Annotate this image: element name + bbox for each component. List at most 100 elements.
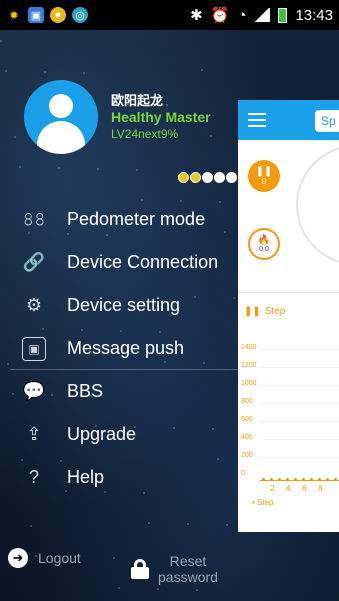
star [196,589,198,591]
star [44,71,46,73]
x-axis-tick-label: 2 [270,484,275,493]
grid-line [260,367,339,368]
level-progress-dots [178,172,237,183]
star [5,70,7,72]
reset-label-line2: password [158,569,218,585]
logout-label: Logout [38,550,81,566]
logout-arrow-icon: ➜ [8,548,28,568]
reset-password-button[interactable]: Reset password [130,553,218,585]
lock-icon [130,559,150,579]
grid-line [260,457,339,458]
x-axis-tick-label: 6 [302,484,307,493]
menu-item-label: Device setting [67,295,181,315]
avatar-body-shape [37,121,85,154]
star [157,588,159,590]
status-time: 13:43 [295,6,333,24]
data-point [270,478,273,481]
upload-icon: ⇪ [26,424,42,444]
chat-bubble-icon: 💬 [22,381,46,401]
grid-line [260,385,339,386]
x-axis-tick-label: 8 [318,484,323,493]
y-axis-tick-label: 200 [241,452,253,459]
menu-item-label: Upgrade [67,424,137,444]
main-header: Sp [238,100,339,140]
user-name: 欧阳起龙 [111,93,164,108]
grid-line [260,421,339,422]
main-screen-panel[interactable]: Sp ❚❚ 0 🔥 0.0 ❚❚ Step 1400 1200 1000 800 600… [238,100,339,532]
step-chart-title: Step [264,306,286,317]
menu-item-label: Pedometer mode [67,209,206,229]
steps-badge: ❚❚ 0 [248,160,280,192]
star [166,104,168,106]
reset-label-line1: Reset [169,553,207,569]
progress-dot [190,172,201,183]
star [0,40,2,42]
data-point [278,478,281,481]
star [30,525,32,527]
star [113,557,115,559]
grid-line [260,439,339,440]
star [19,166,21,168]
menu-item-help[interactable]: ? Help [0,456,240,499]
star [58,167,60,169]
menu-item-message-push[interactable]: ▣ Message push [0,327,240,370]
flame-icon: 🔥 [257,235,271,246]
steps-value: 0 [261,177,267,186]
menu-item-upgrade[interactable]: ⇪ Upgrade [0,413,240,456]
menu-item-pedometer-mode[interactable]: 𝟾𝟾 Pedometer mode [0,198,240,241]
grid-line [260,403,339,404]
logout-button[interactable]: ➜ Logout [8,548,81,568]
data-point [310,478,313,481]
y-axis-tick-label: 1400 [241,344,257,351]
star [83,72,85,74]
gear-icon: ⚙ [25,295,43,315]
y-axis-tick-label: 1000 [241,380,257,387]
menu-item-device-setting[interactable]: ⚙ Device setting [0,284,240,327]
user-title: Healthy Master [111,109,211,125]
y-axis-tick-label: 800 [241,398,253,405]
tab-button[interactable]: Sp [315,110,339,132]
star [226,524,228,526]
star [14,136,16,138]
star [148,522,150,524]
panel-divider [238,292,339,293]
menu-item-label: Message push [67,338,185,358]
data-point [286,478,289,481]
alarm-icon: ⏰ [210,7,230,24]
hamburger-menu-icon[interactable] [248,113,266,127]
drawer-menu: 𝟾𝟾 Pedometer mode 🔗 Device Connection ⚙ … [0,198,240,499]
step-chart-header: ❚❚ Step [244,306,285,317]
reset-password-label: Reset password [158,553,218,585]
menu-item-label: BBS [67,381,104,401]
menu-item-bbs[interactable]: 💬 BBS [0,370,240,413]
data-point [334,478,337,481]
star [201,69,203,71]
data-point [326,478,329,481]
user-level: LV24next9% [111,127,179,141]
footprints-icon: ❚❚ [244,306,261,317]
progress-dot [202,172,213,183]
sun-icon: ✹ [9,9,19,22]
progress-arc [296,145,339,265]
y-axis-tick-label: 1200 [241,362,257,369]
star [97,168,99,170]
star [118,587,120,589]
y-axis-tick-label: 0 [241,470,245,477]
status-bar: ✹ ▣ ● ◎ ✱ ⏰ ◔ 13:43 [0,0,339,30]
avatar-head-shape [49,94,73,118]
signal-icon [254,8,271,22]
link-icon: 🔗 [22,252,46,272]
bluetooth-icon: ✱ [190,7,203,24]
footprints-icon: ❚❚ [255,166,273,177]
data-point [302,478,305,481]
message-push-icon: ▣ [22,336,46,361]
progress-dot [214,172,225,183]
progress-dot [178,172,189,183]
x-axis-tick-label: 4 [286,484,291,493]
menu-item-device-connection[interactable]: 🔗 Device Connection [0,241,240,284]
grid-line [260,349,339,350]
star [210,135,212,137]
menu-divider [10,369,238,370]
avatar[interactable] [24,80,98,154]
browser-icon: ◎ [72,7,88,23]
